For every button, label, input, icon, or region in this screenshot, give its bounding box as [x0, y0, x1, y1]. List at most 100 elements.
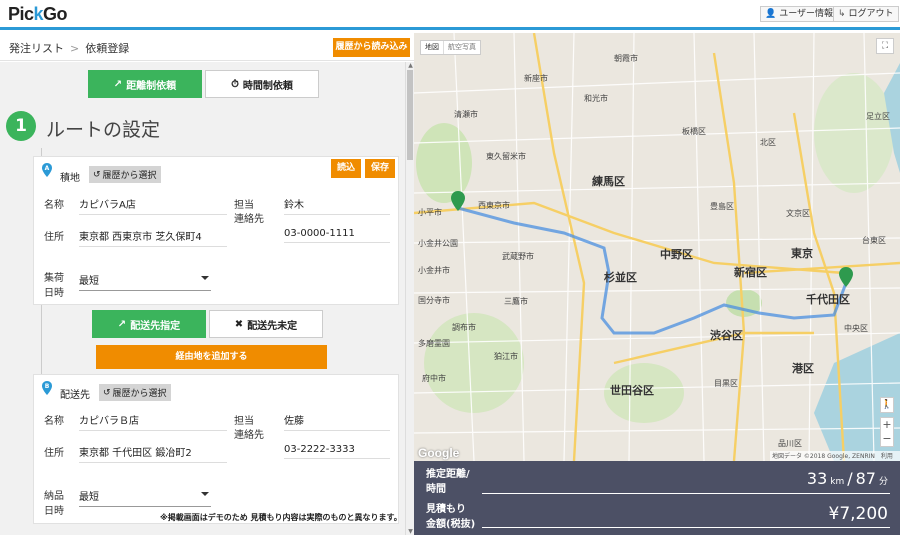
pickup-time-select[interactable]: 最短: [79, 272, 211, 291]
pickup-label: 積地: [60, 173, 80, 184]
map-label: 調布市: [452, 323, 476, 332]
trend-icon: ↗: [113, 78, 123, 90]
history-icon: ↺: [93, 169, 101, 180]
pickup-contact-label-2: 連絡先: [234, 214, 264, 225]
delivery-name-field[interactable]: カピバラＢ店: [79, 412, 227, 431]
route-map[interactable]: 練馬区 中野区 杉並区 新宿区 東京 千代田区 渋谷区 世田谷区 港区 中央区 …: [414, 33, 900, 461]
destination-unspecified-button[interactable]: ✖ 配送先未定: [209, 310, 323, 338]
top-bar: PickGo 👤 ユーザー情報 ↳ ログアウト: [0, 0, 900, 30]
delivery-time-label-2: 日時: [44, 506, 64, 517]
map-label: 小金井公園: [418, 239, 458, 248]
map-label: 千代田区: [806, 293, 850, 306]
price-value: ¥7,200: [828, 504, 888, 524]
pickup-name-label: 名称: [44, 200, 64, 211]
delivery-label: 配送先: [60, 390, 90, 401]
chevron-down-icon: [201, 276, 209, 280]
zoom-in-icon[interactable]: +: [881, 418, 893, 432]
logout-icon: ↳: [838, 9, 846, 19]
delivery-history-select-button[interactable]: ↺ 履歴から選択: [99, 384, 171, 401]
map-label: 東京: [791, 247, 813, 260]
map-label: 足立区: [866, 112, 890, 121]
price-label: 見積もり 金額(税抜): [426, 504, 476, 530]
svg-text:B: B: [45, 383, 50, 390]
delivery-contact-label: 担当: [234, 416, 254, 427]
history-load-button[interactable]: 履歴から読み込み: [333, 38, 410, 57]
breadcrumb-separator: >: [70, 42, 80, 55]
map-label: 三鷹市: [504, 297, 528, 306]
pickup-save-button[interactable]: 保存: [365, 159, 395, 178]
pickup-time-label: 集荷: [44, 273, 64, 284]
pickup-phone-field[interactable]: 03-0000-1111: [284, 228, 390, 243]
distance-mode-button[interactable]: ↗ 距離制依頼: [88, 70, 202, 98]
scroll-thumb[interactable]: [407, 70, 413, 160]
map-label: 小平市: [418, 208, 442, 217]
distance-time-value: 33 km / 87 分: [806, 469, 888, 488]
destination-specified-button[interactable]: ↗ 配送先指定: [92, 310, 206, 338]
map-label: 板橋区: [682, 127, 706, 136]
delivery-contact-name-field[interactable]: 佐藤: [284, 412, 390, 431]
map-label: 朝霞市: [614, 54, 638, 63]
map-label: 西東京市: [478, 201, 510, 210]
step-number-badge: 1: [6, 111, 36, 141]
breadcrumb-bar: 発注リスト > 依頼登録 履歴から読み込み: [0, 33, 414, 61]
map-type-toggle[interactable]: 地図 航空写真: [420, 40, 481, 55]
breadcrumb-current: 依頼登録: [85, 42, 130, 55]
pickup-name-field[interactable]: カピバラA店: [79, 196, 227, 215]
delivery-time-label: 納品: [44, 491, 64, 502]
delivery-phone-field[interactable]: 03-2222-3333: [284, 444, 390, 459]
map-label: 中央区: [844, 324, 868, 333]
pickup-time-label-2: 日時: [44, 288, 64, 299]
user-icon: 👤: [765, 9, 777, 19]
pickup-address-field[interactable]: 東京都 西東京市 芝久保町4: [79, 228, 227, 247]
map-label: 北区: [760, 138, 776, 147]
map-label: 新宿区: [734, 266, 767, 279]
chevron-down-icon: [201, 492, 209, 496]
delivery-contact-label-2: 連絡先: [234, 430, 264, 441]
fullscreen-icon[interactable]: ⛶: [876, 38, 894, 54]
estimate-summary: 推定距離/ 時間 33 km / 87 分 見積もり 金額(税抜) ¥7,200: [414, 461, 900, 535]
route-connector: [41, 305, 42, 375]
map-label: 豊島区: [710, 202, 734, 211]
pickup-pin-icon: A: [42, 163, 52, 177]
map-label: 品川区: [778, 439, 802, 448]
google-logo: Google: [418, 446, 460, 460]
pickup-history-select-button[interactable]: ↺ 履歴から選択: [89, 166, 161, 183]
map-type-satellite[interactable]: 航空写真: [443, 41, 480, 54]
left-panel-scrollbar[interactable]: ▲ ▼: [405, 62, 414, 535]
stopwatch-icon: ⏱: [231, 78, 239, 90]
svg-text:A: A: [45, 165, 50, 172]
map-label: 世田谷区: [610, 384, 654, 397]
delivery-address-label: 住所: [44, 448, 64, 459]
map-label: 新座市: [524, 74, 548, 83]
pegman-icon[interactable]: 🚶: [880, 397, 894, 413]
map-type-map[interactable]: 地図: [421, 41, 443, 54]
zoom-control[interactable]: + −: [880, 417, 894, 447]
map-label: 中野区: [660, 248, 693, 261]
time-mode-button[interactable]: ⏱ 時間制依頼: [205, 70, 319, 98]
map-label: 渋谷区: [710, 329, 743, 342]
history-icon: ↺: [103, 387, 111, 398]
delivery-name-label: 名称: [44, 416, 64, 427]
map-label: 東久留米市: [486, 152, 526, 161]
pickgo-logo[interactable]: PickGo: [8, 4, 68, 25]
map-label: 小金井市: [418, 266, 450, 275]
user-info-button[interactable]: 👤 ユーザー情報: [760, 6, 839, 22]
step-title: ルートの設定: [46, 119, 161, 141]
zoom-out-icon[interactable]: −: [881, 432, 893, 446]
map-label: 練馬区: [592, 175, 625, 188]
map-label: 多磨霊園: [418, 339, 450, 348]
pickup-contact-label: 担当: [234, 200, 254, 211]
route-pin-icon: ↗: [117, 318, 127, 330]
route-off-icon: ✖: [234, 318, 244, 330]
pickup-load-button[interactable]: 読込: [331, 159, 361, 178]
pickup-address-label: 住所: [44, 232, 64, 243]
map-label: 杉並区: [604, 271, 637, 284]
delivery-address-field[interactable]: 東京都 千代田区 鍛冶町2: [79, 444, 227, 463]
logout-button[interactable]: ↳ ログアウト: [833, 6, 899, 22]
breadcrumb-order-list[interactable]: 発注リスト: [9, 42, 64, 55]
map-label: 狛江市: [494, 352, 518, 361]
map-label: 台東区: [862, 236, 886, 245]
pickup-contact-name-field[interactable]: 鈴木: [284, 196, 390, 215]
delivery-time-select[interactable]: 最短: [79, 488, 211, 507]
add-waypoint-button[interactable]: 経由地を追加する: [96, 345, 327, 369]
